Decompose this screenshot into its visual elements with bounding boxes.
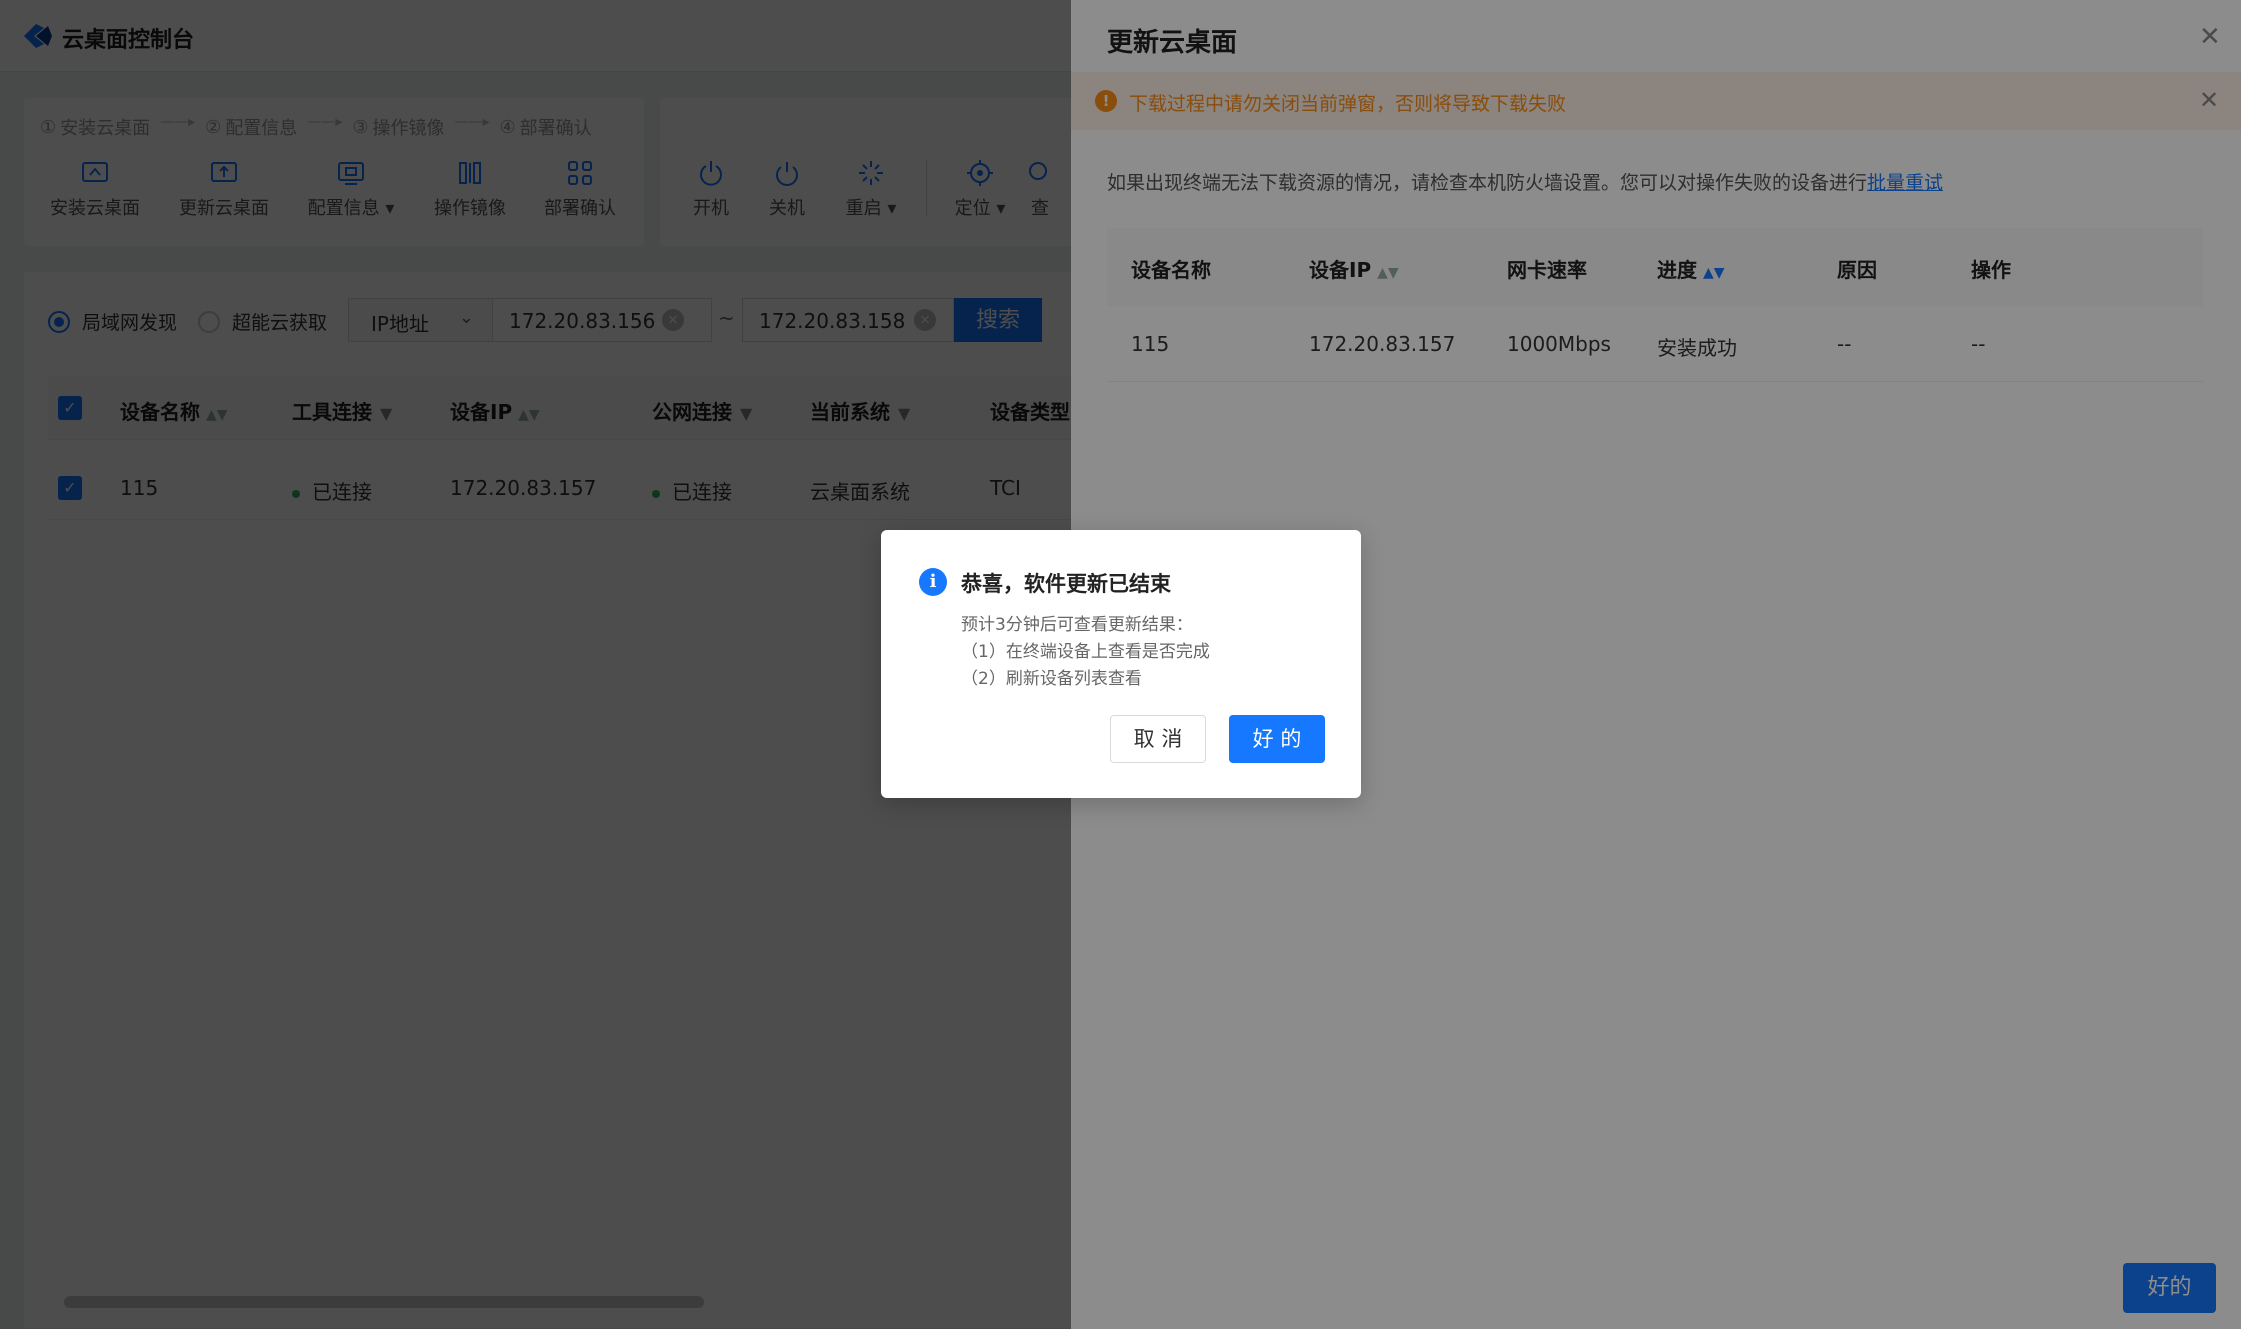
dialog-line: （2）刷新设备列表查看 [961,669,1142,689]
ok-button[interactable]: 好 的 [1229,715,1325,763]
dialog-title: 恭喜，软件更新已结束 [961,572,1171,596]
dialog-line: 预计3分钟后可查看更新结果： [961,615,1193,635]
update-finished-dialog: i 恭喜，软件更新已结束 预计3分钟后可查看更新结果： （1）在终端设备上查看是… [881,530,1361,798]
info-icon: i [919,568,947,596]
cancel-button[interactable]: 取 消 [1110,715,1206,763]
dialog-line: （1）在终端设备上查看是否完成 [961,642,1210,662]
dialog-content: 预计3分钟后可查看更新结果： （1）在终端设备上查看是否完成 （2）刷新设备列表… [961,612,1210,693]
